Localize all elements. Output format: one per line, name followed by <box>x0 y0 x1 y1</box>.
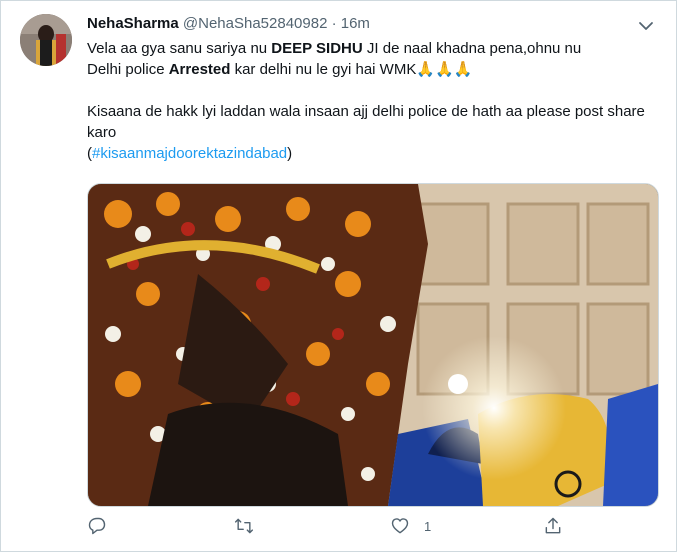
reply-icon <box>88 517 106 535</box>
reply-button[interactable] <box>87 514 121 538</box>
tweet-paragraph-2: Kisaana de hakk lyi laddan wala insaan a… <box>87 103 645 141</box>
more-caret-icon[interactable] <box>634 16 658 36</box>
separator-dot: · <box>331 15 337 32</box>
share-button[interactable] <box>543 514 563 538</box>
tweet-line-2: Delhi police Arrested kar delhi nu le gy… <box>87 60 473 78</box>
tweet-line-1: Vela aa gya sanu sariya nu DEEP SIDHU JI… <box>87 40 582 57</box>
like-icon <box>391 518 409 534</box>
tweet-actions: 1 <box>87 514 562 538</box>
timestamp[interactable]: 16m <box>341 15 370 32</box>
like-button[interactable]: 1 <box>390 514 431 538</box>
avatar[interactable] <box>20 14 72 66</box>
author-handle[interactable]: @NehaSha52840982 <box>183 15 328 32</box>
like-count: 1 <box>424 518 432 534</box>
tweet-image[interactable] <box>87 183 659 507</box>
tweet-text: Vela aa gya sanu sariya nu DEEP SIDHU JI… <box>87 38 662 164</box>
hashtag-line: (#kisaanmajdoorektazindabad) <box>87 145 293 162</box>
tweet-header: NehaSharma @NehaSha52840982 · 16m <box>87 14 370 34</box>
author-name[interactable]: NehaSharma <box>87 15 179 32</box>
retweet-icon <box>234 518 254 534</box>
hashtag-link[interactable]: #kisaanmajdoorektazindabad <box>92 145 287 162</box>
share-icon <box>545 517 561 534</box>
retweet-button[interactable] <box>234 514 268 538</box>
folded-hands-emoji: 🙏🙏🙏 <box>416 60 473 78</box>
